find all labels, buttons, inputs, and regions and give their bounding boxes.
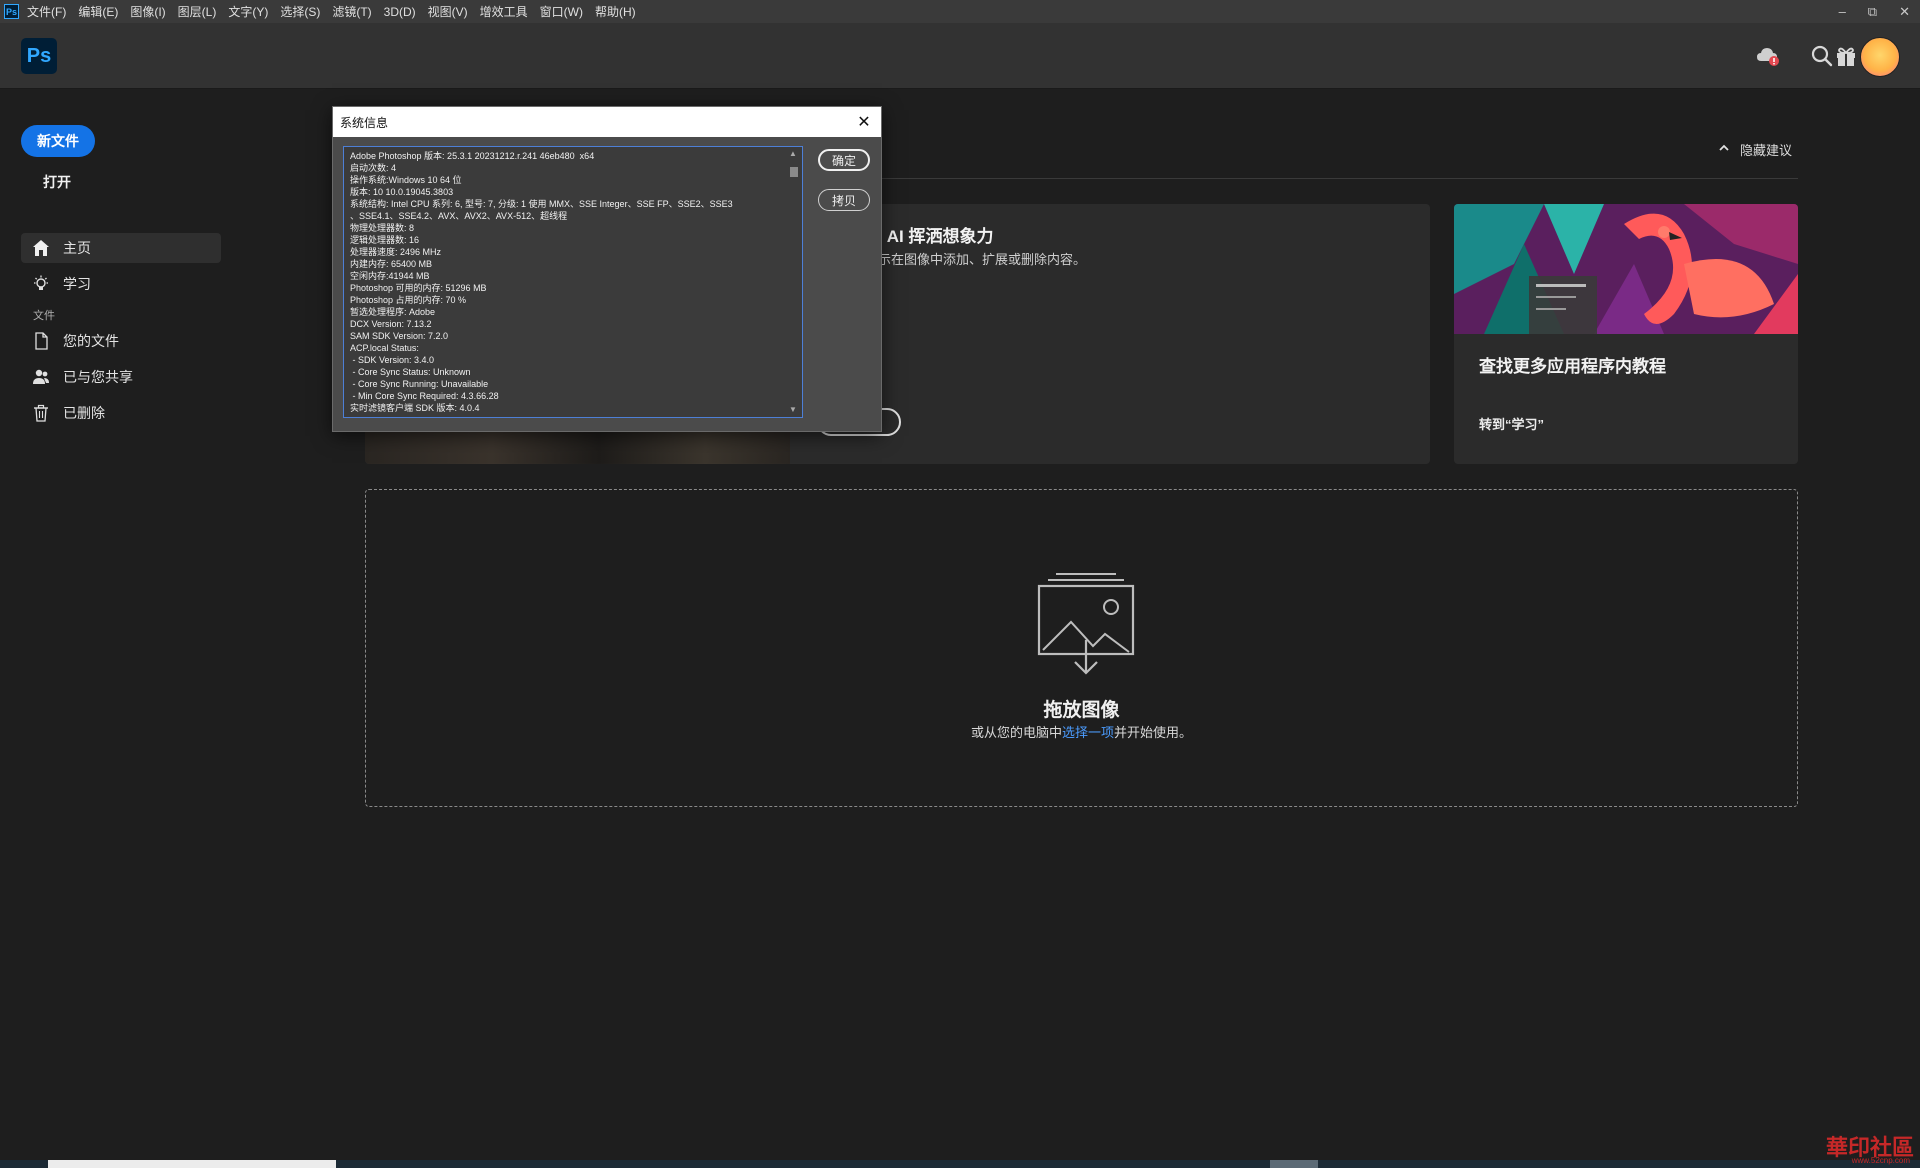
hide-suggestions-button[interactable]: 隐藏建议 [1718,140,1792,159]
taskbar-item[interactable] [1270,1160,1318,1168]
scroll-down-icon[interactable]: ▼ [789,405,797,414]
taskbar-item[interactable] [48,1160,336,1168]
info-line: SAM SDK Version: 7.2.0 [350,331,449,341]
drop-zone-subtitle: 或从您的电脑中选择一项并开始使用。 [366,722,1797,741]
ok-button[interactable]: 确定 [818,149,870,171]
flamingo-image [1454,204,1798,334]
sidebar-item-label: 您的文件 [63,333,119,349]
info-line: 内建内存: 65400 MB [350,259,433,269]
home-icon [31,238,51,258]
taskbar [0,1160,1920,1168]
sidebar-item-label: 主页 [63,240,91,256]
sidebar-item-shared[interactable]: 已与您共享 [21,362,221,392]
menu-plugins[interactable]: 增效工具 [480,3,528,20]
menu-filter[interactable]: 滤镜(T) [332,3,371,20]
info-line: 版本: 10 10.0.19045.3803 [350,187,454,197]
info-line: Photoshop 占用的内存: 70 % [350,295,467,305]
tutorial-card-title: 查找更多应用程序内教程 [1479,357,1666,376]
system-info-dialog: 系统信息 ✕ Adobe Photoshop 版本: 25.3.1 202312… [332,106,882,432]
ai-card-description: 提示在图像中添加、扩展或删除内容。 [865,252,1087,267]
app-header: Ps [0,23,1920,89]
menu-bar: Ps 文件(F) 编辑(E) 图像(I) 图层(L) 文字(Y) 选择(S) 滤… [0,0,1920,23]
image-drop-icon [1037,573,1135,675]
search-icon[interactable] [1809,43,1835,69]
info-line: 逻辑处理器数: 16 [350,235,420,245]
dialog-title: 系统信息 [340,116,389,130]
ai-card-title: 式 AI 挥洒想象力 [865,227,994,246]
menu-help[interactable]: 帮助(H) [595,3,636,20]
new-file-button[interactable]: 新文件 [21,125,95,157]
system-info-text: Adobe Photoshop 版本: 25.3.1 20231212.r.24… [350,150,786,414]
info-line: 暂选处理程序: Adobe [350,307,436,317]
info-line: 、SSE4.1、SSE4.2、AVX、AVX2、AVX-512、超线程 [350,211,568,221]
menu-layer[interactable]: 图层(L) [178,3,217,20]
drop-zone[interactable]: 拖放图像 或从您的电脑中选择一项并开始使用。 [365,489,1798,807]
scroll-up-icon[interactable]: ▲ [789,149,797,158]
go-to-learn-link[interactable]: 转到“学习” [1479,414,1544,433]
minimize-button[interactable]: – [1839,4,1846,19]
info-line: 物理处理器数: 8 [350,223,415,233]
menu-edit[interactable]: 编辑(E) [78,3,118,20]
dialog-titlebar[interactable]: 系统信息 ✕ [333,107,881,137]
lightbulb-icon [31,274,51,294]
menu-type[interactable]: 文字(Y) [228,3,268,20]
info-line: - Min Core Sync Required: 4.3.66.28 [350,391,499,401]
open-button[interactable]: 打开 [43,172,71,192]
menu-3d[interactable]: 3D(D) [384,5,416,19]
sidebar-item-home[interactable]: 主页 [21,233,221,263]
sidebar-item-label: 学习 [63,276,91,292]
system-info-textarea[interactable]: Adobe Photoshop 版本: 25.3.1 20231212.r.24… [343,146,803,418]
info-line: Photoshop 可用的内存: 51296 MB [350,283,487,293]
file-icon [31,331,51,351]
menu-view[interactable]: 视图(V) [428,3,468,20]
cloud-sync-icon[interactable] [1755,43,1781,69]
app-icon: Ps [4,4,19,19]
info-line: Adobe Photoshop 版本: 25.3.1 20231212.r.24… [350,151,595,161]
drop-sub-before: 或从您的电脑中 [970,725,1062,740]
menu-image[interactable]: 图像(I) [130,3,165,20]
info-line: - Core Sync Status: Unknown [350,367,471,377]
info-line: 启动次数: 4 [350,163,397,173]
menu-file[interactable]: 文件(F) [27,3,66,20]
info-line: ACP.local Status: [350,343,419,353]
sidebar-item-learn[interactable]: 学习 [21,269,221,299]
trash-icon [31,403,51,423]
select-file-link[interactable]: 选择一项 [1062,725,1114,740]
info-line: - Core Sync Running: Unavailable [350,379,489,389]
sidebar-item-label: 已删除 [63,405,105,421]
info-line: 实时滤镜客户端 SDK 版本: 4.0.4 [350,403,480,413]
copy-button[interactable]: 拷贝 [818,189,870,211]
info-line: DCX Version: 7.13.2 [350,319,432,329]
info-line: 操作系统:Windows 10 64 位 [350,175,462,185]
scrollbar-thumb[interactable] [790,167,798,177]
menu-window[interactable]: 窗口(W) [540,3,583,20]
sidebar-item-your-files[interactable]: 您的文件 [21,326,221,356]
restore-button[interactable]: ⧉ [1868,4,1877,20]
info-line: 处理器速度: 2496 MHz [350,247,442,257]
drop-zone-title: 拖放图像 [1043,700,1120,721]
info-line: - SDK Version: 3.4.0 [350,355,435,365]
hide-suggestions-label: 隐藏建议 [1739,143,1792,158]
avatar[interactable] [1860,37,1900,77]
menu-select[interactable]: 选择(S) [280,3,320,20]
watermark-url: www.52cnp.com [1851,1156,1910,1165]
chevron-up-icon [1718,142,1730,157]
info-line: 空闲内存:41944 MB [350,271,430,281]
ps-logo: Ps [21,38,57,74]
info-line: 系统结构: Intel CPU 系列: 6, 型号: 7, 分级: 1 使用 M… [350,199,733,209]
window-controls: – ⧉ ✕ [1839,0,1910,23]
drop-sub-after: 并开始使用。 [1114,725,1193,740]
close-icon[interactable]: ✕ [853,111,875,133]
scrollbar[interactable]: ▲ ▼ [786,147,802,417]
sidebar-item-label: 已与您共享 [63,369,133,385]
tutorial-card[interactable]: 查找更多应用程序内教程 转到“学习” [1454,204,1798,464]
sidebar-item-deleted[interactable]: 已删除 [21,398,221,428]
users-icon [31,367,51,387]
files-heading: 文件 [33,310,55,322]
close-window-button[interactable]: ✕ [1899,4,1910,20]
